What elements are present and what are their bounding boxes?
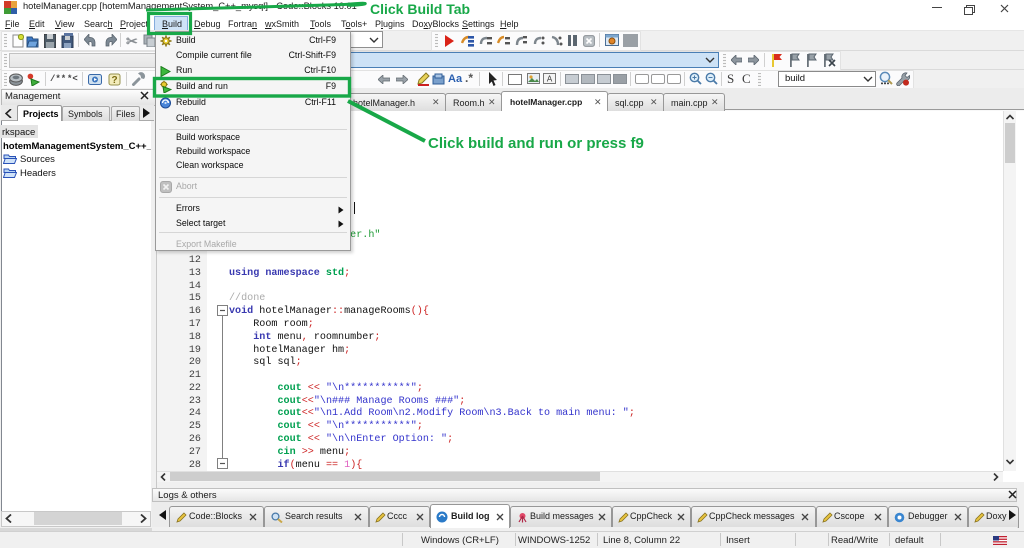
svg-text:Click build and run or press f: Click build and run or press f9 [428, 135, 644, 152]
svg-text:Click Build Tab: Click Build Tab [370, 1, 470, 17]
